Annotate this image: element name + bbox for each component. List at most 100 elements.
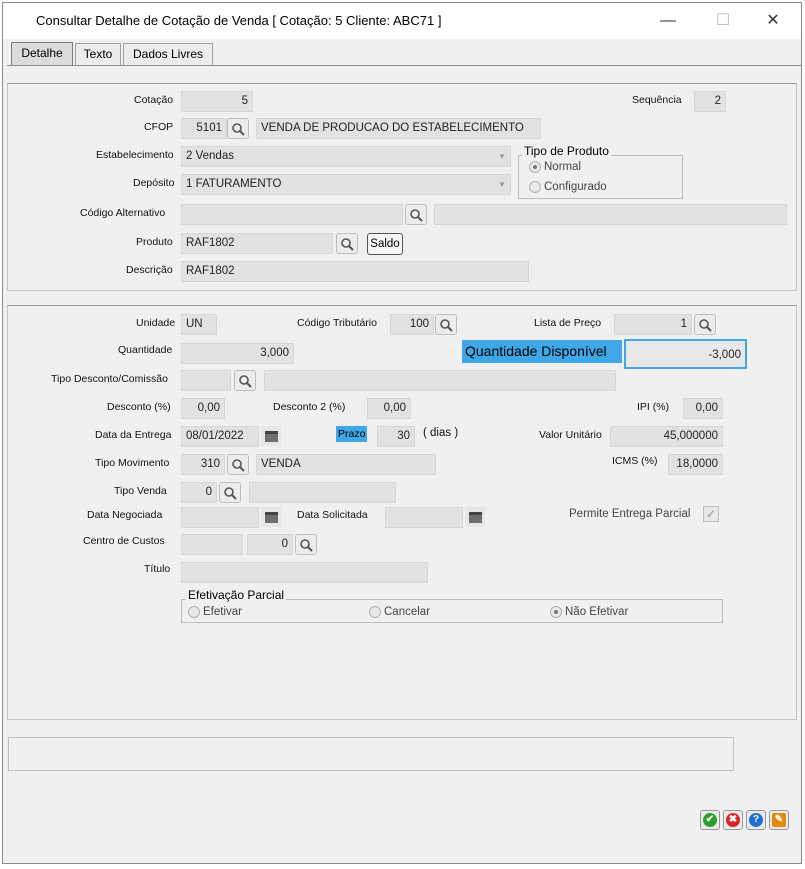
desconto-field: 0,00 bbox=[181, 398, 225, 419]
calendar-icon[interactable] bbox=[261, 507, 281, 527]
lista-preco-label: Lista de Preço bbox=[534, 317, 602, 329]
dialog-window: Consultar Detalhe de Cotação de Venda [ … bbox=[2, 2, 802, 864]
data-entrega-label: Data da Entrega bbox=[95, 429, 172, 441]
tab-dados-livres[interactable]: Dados Livres bbox=[123, 43, 213, 65]
quantidade-disponivel-field: -3,000 bbox=[624, 339, 747, 369]
tipo-movimento-label: Tipo Movimento bbox=[95, 457, 170, 469]
chevron-down-icon: ▼ bbox=[498, 152, 506, 161]
tipo-desconto-field[interactable] bbox=[181, 370, 231, 391]
close-button[interactable]: ✕ bbox=[753, 9, 793, 33]
radio-selected-icon bbox=[550, 606, 562, 618]
cotacao-label: Cotação bbox=[134, 94, 174, 106]
centro-custos-code-field[interactable] bbox=[181, 534, 243, 555]
prazo-field: 30 bbox=[377, 426, 415, 447]
radio-configurado[interactable]: Configurado bbox=[529, 181, 607, 193]
permite-entrega-checkbox[interactable]: ✓ bbox=[703, 506, 719, 522]
desconto-label: Desconto (%) bbox=[107, 401, 171, 413]
codigo-tributario-lookup-button[interactable] bbox=[435, 314, 457, 335]
title-bar: Consultar Detalhe de Cotação de Venda [ … bbox=[3, 3, 801, 39]
radio-cancelar[interactable]: Cancelar bbox=[369, 606, 430, 618]
search-icon bbox=[410, 208, 423, 222]
desconto2-field: 0,00 bbox=[367, 398, 411, 419]
codigo-tributario-field[interactable]: 100 bbox=[390, 314, 434, 335]
saldo-button[interactable]: Saldo bbox=[367, 233, 403, 255]
quantidade-field: 3,000 bbox=[181, 343, 294, 364]
deposito-select[interactable]: 1 FATURAMENTO ▼ bbox=[181, 174, 511, 195]
cancel-button[interactable]: ✖ bbox=[723, 810, 743, 830]
tipo-desconto-label: Tipo Desconto/Comissão bbox=[51, 373, 168, 385]
tipo-venda-lookup-button[interactable] bbox=[219, 482, 241, 503]
icms-label: ICMS (%) bbox=[612, 455, 658, 467]
tipo-movimento-lookup-button[interactable] bbox=[227, 454, 249, 475]
tipo-venda-description bbox=[249, 482, 396, 503]
unidade-label: Unidade bbox=[136, 317, 176, 329]
unidade-field: UN bbox=[181, 314, 217, 335]
search-icon bbox=[224, 486, 237, 500]
help-button[interactable]: ? bbox=[746, 810, 766, 830]
permite-entrega-label: Permite Entrega Parcial bbox=[569, 508, 691, 520]
efetivacao-label: Efetivação Parcial bbox=[186, 588, 287, 602]
tab-texto[interactable]: Texto bbox=[75, 43, 121, 65]
tipo-desconto-lookup-button[interactable] bbox=[234, 370, 256, 391]
centro-custos-lookup-button[interactable] bbox=[295, 534, 317, 555]
search-icon bbox=[232, 458, 245, 472]
lista-preco-field[interactable]: 1 bbox=[614, 314, 692, 335]
produto-field[interactable]: RAF1802 bbox=[181, 233, 333, 254]
calendar-icon[interactable] bbox=[261, 426, 281, 446]
data-entrega-field[interactable]: 08/01/2022 bbox=[181, 426, 259, 447]
sequencia-label: Sequência bbox=[632, 94, 682, 106]
sequencia-field: 2 bbox=[694, 91, 726, 112]
search-icon bbox=[440, 318, 453, 332]
estabelecimento-select[interactable]: 2 Vendas ▼ bbox=[181, 146, 511, 167]
radio-normal[interactable]: Normal bbox=[529, 161, 581, 173]
tab-detalhe[interactable]: Detalhe bbox=[11, 42, 73, 66]
ok-button[interactable]: ✔ bbox=[700, 810, 720, 830]
titulo-field bbox=[181, 562, 428, 583]
centro-custos-field[interactable]: 0 bbox=[247, 534, 293, 555]
ipi-field: 0,00 bbox=[683, 398, 723, 419]
data-negociada-label: Data Negociada bbox=[87, 509, 163, 521]
cfop-lookup-button[interactable] bbox=[227, 118, 249, 139]
tipo-venda-field[interactable]: 0 bbox=[181, 482, 217, 503]
search-icon bbox=[300, 538, 313, 552]
data-negociada-field[interactable] bbox=[181, 507, 259, 528]
wrench-icon: ✎ bbox=[772, 813, 786, 827]
maximize-button: ☐ bbox=[715, 12, 731, 29]
estabelecimento-label: Estabelecimento bbox=[96, 149, 174, 161]
lista-preco-lookup-button[interactable] bbox=[694, 314, 716, 335]
help-icon: ? bbox=[749, 813, 763, 827]
radio-icon bbox=[369, 606, 381, 618]
status-bar bbox=[8, 737, 734, 771]
radio-icon bbox=[529, 181, 541, 193]
deposito-value: 1 FATURAMENTO bbox=[186, 178, 282, 190]
search-icon bbox=[341, 237, 354, 251]
minimize-button[interactable]: — bbox=[648, 9, 688, 33]
tools-button[interactable]: ✎ bbox=[769, 810, 789, 830]
tipo-movimento-field[interactable]: 310 bbox=[181, 454, 225, 475]
tipo-desconto-description bbox=[264, 370, 616, 391]
estabelecimento-value: 2 Vendas bbox=[186, 150, 234, 162]
produto-lookup-button[interactable] bbox=[336, 233, 358, 254]
window-title: Consultar Detalhe de Cotação de Venda [ … bbox=[36, 13, 442, 28]
cotacao-field: 5 bbox=[181, 91, 253, 112]
radio-nao-efetivar[interactable]: Não Efetivar bbox=[550, 606, 628, 618]
check-icon: ✔ bbox=[703, 813, 717, 827]
codigo-alternativo-lookup-button[interactable] bbox=[405, 204, 427, 225]
cancel-icon: ✖ bbox=[726, 813, 740, 827]
radio-configurado-label: Configurado bbox=[544, 181, 607, 193]
codigo-alternativo-field[interactable] bbox=[181, 204, 403, 225]
calendar-icon[interactable] bbox=[465, 507, 485, 527]
radio-efetivar-label: Efetivar bbox=[203, 606, 242, 618]
valor-unitario-field: 45,000000 bbox=[610, 426, 723, 447]
radio-efetivar[interactable]: Efetivar bbox=[188, 606, 242, 618]
quantidade-label: Quantidade bbox=[118, 344, 173, 356]
quantidade-disponivel-label: Quantidade Disponível bbox=[462, 340, 622, 363]
cfop-field[interactable]: 5101 bbox=[181, 118, 227, 139]
prazo-unit: ( dias ) bbox=[423, 427, 459, 439]
titulo-label: Título bbox=[144, 563, 171, 575]
codigo-alternativo-description bbox=[434, 204, 787, 225]
search-icon bbox=[232, 122, 245, 136]
tipo-venda-label: Tipo Venda bbox=[114, 485, 167, 497]
data-solicitada-field[interactable] bbox=[385, 507, 463, 528]
prazo-label: Prazo bbox=[336, 426, 367, 442]
